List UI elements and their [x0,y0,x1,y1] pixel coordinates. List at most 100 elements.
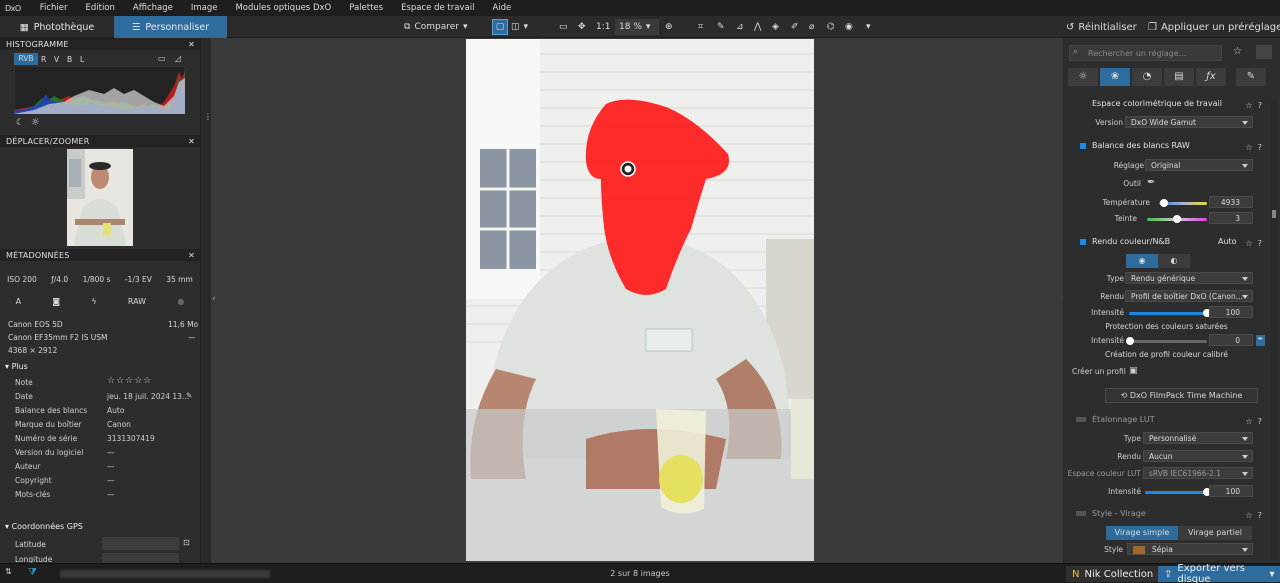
preview-toggle[interactable]: ◉ [845,19,853,35]
star-help-icons[interactable]: ☆ ? [1245,101,1262,110]
effects-tab-icon[interactable]: ƒx [1196,68,1226,86]
split-view-button[interactable]: ◫ ▾ [511,19,528,35]
export-menu-button[interactable]: ▾ [1265,566,1279,582]
menu-optics-modules[interactable]: Modules optiques DxO [226,3,340,13]
wb-section-header[interactable]: Balance des blancs RAW ☆ ? [1068,141,1268,155]
more-tools-button[interactable]: ▾ [866,19,871,35]
lut-intensity-value[interactable]: 100 [1209,485,1253,497]
fit-screen-button[interactable]: ▭ [559,19,568,35]
lut-intensity-slider[interactable] [1145,491,1207,494]
single-view-button[interactable]: ▢ [492,19,508,35]
version-select[interactable]: DxO Wide Gamut [1125,116,1253,128]
protect-intensity-knob[interactable] [1126,337,1134,345]
menu-edit[interactable]: Edition [76,3,123,13]
channel-g[interactable]: V [54,55,59,64]
lut-enable-toggle[interactable] [1076,417,1086,422]
horizon-tool[interactable]: ⋀ [754,19,761,35]
sun-icon[interactable]: ☼ [31,117,40,128]
channel-r[interactable]: R [41,55,46,64]
detail-tab-icon[interactable]: ◔ [1132,68,1162,86]
export-disk-button[interactable]: ⇪ Exporter vers disque [1158,563,1280,583]
more-section-toggle[interactable]: ▾ Plus [5,362,28,371]
collapse-left-icon[interactable]: ‹ [212,294,216,304]
simple-toning-button[interactable]: Virage simple [1106,526,1178,540]
local-tab-icon[interactable]: ✎ [1236,68,1266,86]
zoom-select[interactable]: 18 % ▾ [615,19,659,35]
eyedropper-tool[interactable]: ✎ [717,19,725,35]
channel-l[interactable]: L [80,55,84,64]
rating-stars[interactable]: ☆☆☆☆☆ [107,376,152,386]
moon-icon[interactable]: ☾ [16,118,24,128]
lut-type-select[interactable]: Personnalisé [1143,432,1253,444]
latitude-field[interactable] [102,537,179,550]
perspective-tool[interactable]: ⊿ [736,19,744,35]
reset-button[interactable]: ↺ Réinitialiser [1066,19,1137,35]
render-intensity-slider[interactable] [1129,312,1207,315]
repair-tool[interactable]: ⌀ [809,19,814,35]
render-intensity-value[interactable]: 100 [1209,306,1253,318]
menu-palettes[interactable]: Palettes [340,3,392,13]
lut-space-select[interactable]: sRVB IEC61966-2.1 [1143,467,1253,479]
right-panel-scrollbar[interactable] [1271,100,1277,560]
tint-slider-knob[interactable] [1173,215,1181,223]
filmpack-time-machine-button[interactable]: ⟲ DxO FilmPack Time Machine [1105,388,1258,403]
color-mode-button[interactable]: ◉ [1126,254,1158,268]
render-section-header[interactable]: Rendu couleur/N&B Auto ☆ ? [1068,237,1268,251]
picker-icon[interactable]: ✒ [1256,335,1265,346]
red-eye-tool[interactable]: ◈ [772,19,779,35]
scroll-thumb[interactable] [1272,210,1276,218]
render-profile-select[interactable]: Profil de boîtier DxO (Canon... [1125,290,1253,302]
channel-rgb[interactable]: RVB [14,53,38,65]
panel-toggle-button[interactable] [1256,45,1272,59]
toning-enable-toggle[interactable] [1076,511,1086,516]
zoom-in-button[interactable]: ⊕ [665,19,673,35]
geometry-tab-icon[interactable]: ▤ [1164,68,1194,86]
channel-b[interactable]: B [67,55,72,64]
crop-tool[interactable]: ⌗ [698,19,703,35]
monitor-icon[interactable]: ▭ [158,54,166,63]
menu-file[interactable]: Fichier [31,3,77,13]
photo-preview[interactable] [466,39,814,561]
lut-section-header[interactable]: Étalonnage LUT ☆ ? [1068,415,1268,429]
pan-button[interactable]: ✥ [578,19,586,35]
bw-mode-button[interactable]: ◐ [1158,254,1190,268]
pencil-icon[interactable]: ✎ [186,391,192,400]
compare-button[interactable]: ⧉ Comparer ▾ [404,19,468,35]
favorite-star-icon[interactable]: ☆ [1233,46,1242,57]
search-input[interactable]: Rechercher un réglage... [1069,45,1222,61]
render-enable-checkbox[interactable] [1080,238,1086,245]
map-pin-icon[interactable]: ⊡ [183,538,190,547]
toning-style-select[interactable]: Sépia [1127,543,1253,555]
navigator-thumbnail[interactable] [67,149,133,246]
close-icon[interactable]: ✕ [188,40,195,49]
menu-workspace[interactable]: Espace de travail [392,3,483,13]
color-space-section-header[interactable]: Espace colorimétrique de travail ☆ ? [1068,99,1268,113]
close-icon[interactable]: ✕ [188,251,195,260]
lut-render-select[interactable]: Aucun [1143,450,1253,462]
watermark-tool[interactable]: ⌬ [827,19,835,35]
wb-setting-select[interactable]: Original [1145,159,1253,171]
nik-collection-button[interactable]: N Nik Collection [1066,566,1160,582]
temperature-value[interactable]: 4933 [1209,196,1253,208]
light-tab-icon[interactable]: ☼ [1068,68,1098,86]
menu-help[interactable]: Aide [483,3,520,13]
gps-section-toggle[interactable]: ▾ Coordonnées GPS [5,522,83,531]
eyedropper-icon[interactable]: ✒ [1147,177,1155,188]
longitude-field[interactable] [102,553,179,563]
render-type-select[interactable]: Rendu générique [1125,272,1253,284]
zoom-100-button[interactable]: 1:1 [596,19,610,35]
tint-value[interactable]: 3 [1209,212,1253,224]
softproof-icon[interactable]: ◿ [175,54,181,63]
apply-preset-button[interactable]: ❐ Appliquer un préréglage [1148,19,1280,35]
menu-image[interactable]: Image [182,3,227,13]
toning-section-header[interactable]: Style - Virage ☆ ? [1068,509,1268,523]
tab-library[interactable]: ▦ Photothèque [0,16,114,38]
protect-intensity-slider[interactable] [1129,340,1207,343]
create-profile-icon[interactable]: ▣ [1129,366,1138,376]
split-toning-button[interactable]: Virage partiel [1178,526,1252,540]
protect-intensity-value[interactable]: 0 [1209,334,1253,346]
color-tab-icon[interactable]: ❀ [1100,68,1130,86]
close-icon[interactable]: ✕ [188,137,195,146]
menu-view[interactable]: Affichage [124,3,182,13]
temperature-slider-knob[interactable] [1160,199,1168,207]
